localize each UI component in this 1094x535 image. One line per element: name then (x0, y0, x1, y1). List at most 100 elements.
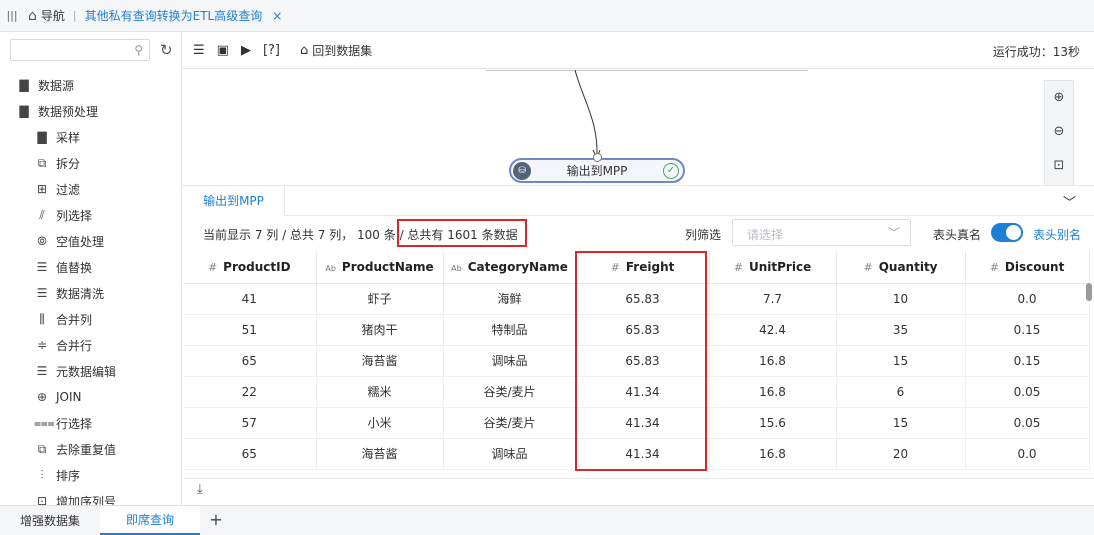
table-cell: 57 (183, 407, 317, 439)
table-cell: 小米 (316, 407, 444, 439)
run-icon[interactable]: ▶ (241, 43, 251, 58)
horizontal-scrollbar[interactable] (183, 479, 1094, 487)
tree-item[interactable]: ☰ 值替换 (0, 254, 181, 280)
tree-item[interactable]: ☰ 元数据编辑 (0, 358, 181, 384)
search-icon[interactable]: ⚲ (134, 43, 143, 57)
tree-item[interactable]: ▇ 数据预处理 (0, 98, 181, 124)
breadcrumb-separator: | (72, 9, 77, 22)
table-cell: 0.15 (965, 345, 1090, 377)
table-row[interactable]: 51 猪肉干 特制品 65.83 42.4 35 0.15 (183, 314, 1090, 346)
result-table-wrap: # ProductID Ab ProductName Ab CategoryName # Fr… (183, 251, 1094, 479)
scrollbar-thumb[interactable] (1086, 283, 1092, 301)
table-cell: 15 (836, 345, 966, 377)
column-filter-select[interactable]: 请选择 ﹀ (732, 219, 911, 246)
numeric-type-icon: # (863, 260, 873, 274)
column-header[interactable]: # ProductID (183, 251, 317, 284)
tree-item[interactable]: ▇ 采样 (0, 124, 181, 150)
column-header-label: Quantity (878, 259, 938, 274)
flow-canvas[interactable]: ⛁ 输出到MPP ✓ ⊕ ⊖ ⊡ (183, 70, 1094, 185)
search-box: ⚲ (10, 39, 150, 61)
tree-item[interactable]: ≑ 合并行 (0, 332, 181, 358)
folder-icon: ▇ (19, 78, 29, 92)
tree-item[interactable]: ⧉ 拆分 (0, 150, 181, 176)
top-bar: ||| ⌂ 导航 | 其他私有查询转换为ETL高级查询 × (0, 0, 1094, 32)
table-cell: 海苔酱 (316, 345, 444, 377)
add-tab-icon[interactable]: + (200, 506, 232, 535)
table-cell: 15.6 (709, 407, 837, 439)
bottom-tab-bar: 增强数据集 即席查询 + (0, 505, 1094, 535)
table-cell: 猪肉干 (316, 314, 444, 346)
bottom-tab[interactable]: 增强数据集 (0, 506, 100, 535)
success-check-icon: ✓ (663, 162, 679, 179)
column-header[interactable]: Ab ProductName (316, 251, 444, 284)
table-row[interactable]: 65 海苔酱 调味品 65.83 16.8 15 0.15 (183, 345, 1090, 377)
column-header-label: UnitPrice (749, 259, 812, 274)
toolbar: ☰ ▣ ▶ [?] ⌂ 回到数据集 运行成功：13秒 (183, 32, 1094, 69)
menu-icon[interactable]: ||| (2, 9, 22, 22)
search-input[interactable] (11, 40, 129, 60)
tree-item-label: 数据源 (38, 78, 75, 93)
table-row[interactable]: 22 糯米 谷类/麦片 41.34 16.8 6 0.05 (183, 376, 1090, 408)
tree-item-label: 去除重复值 (56, 442, 117, 457)
column-header[interactable]: # Freight (576, 251, 710, 284)
table-cell: 0.05 (965, 407, 1090, 439)
table-cell: 虾子 (316, 283, 444, 315)
header-name-toggle[interactable] (991, 223, 1023, 242)
document-tab[interactable]: 其他私有查询转换为ETL高级查询 (85, 7, 263, 24)
text-type-icon: Ab (325, 263, 336, 273)
tree-item[interactable]: ⩶ 行选择 (0, 410, 181, 436)
node-input-port[interactable] (593, 153, 602, 162)
table-row[interactable]: 57 小米 谷类/麦片 41.34 15.6 15 0.05 (183, 407, 1090, 439)
sort-icon: ⫶ (40, 467, 44, 482)
column-header[interactable]: # Quantity (836, 251, 966, 284)
zoom-out-icon[interactable]: ⊖ (1045, 115, 1073, 149)
table-row[interactable]: 41 虾子 海鲜 65.83 7.7 10 0.0 (183, 283, 1090, 315)
tree-item[interactable]: ⊕ JOIN (0, 384, 181, 410)
tree-item-label: 行选择 (56, 416, 93, 431)
column-header-label: Discount (1004, 259, 1065, 274)
tree-item[interactable]: ⫽ 列选择 (0, 202, 181, 228)
tree-item[interactable]: ⦾ 空值处理 (0, 228, 181, 254)
zoom-in-icon[interactable]: ⊕ (1045, 81, 1073, 115)
bottom-tab[interactable]: 即席查询 (100, 506, 200, 535)
collapse-chevron-icon[interactable]: ﹀ (1063, 192, 1076, 211)
vertical-scrollbar[interactable] (1086, 283, 1092, 478)
nav-label[interactable]: 导航 (41, 7, 65, 24)
download-icon[interactable]: ⤓ (197, 482, 203, 497)
tree-item[interactable]: ⊞ 过滤 (0, 176, 181, 202)
table-cell: 0.05 (965, 376, 1090, 408)
output-mpp-node[interactable]: ⛁ 输出到MPP ✓ (509, 153, 685, 183)
tree-item[interactable]: ☰ 数据清洗 (0, 280, 181, 306)
tree-item[interactable]: ⫶ 排序 (0, 462, 181, 488)
save-icon[interactable]: ▣ (217, 43, 229, 58)
home-icon[interactable]: ⌂ (28, 8, 37, 24)
tree-item-label: 元数据编辑 (56, 364, 117, 379)
help-button[interactable]: [?] (263, 43, 280, 58)
result-panel: 输出到MPP ﹀ 当前显示 7 列 / 总共 7 列， 100 条 / 总共有 … (183, 185, 1094, 505)
table-cell: 16.8 (709, 376, 837, 408)
column-header-label: ProductID (223, 259, 291, 274)
list-icon[interactable]: ☰ (193, 43, 205, 58)
fit-view-icon[interactable]: ⊡ (1045, 149, 1073, 183)
refresh-icon[interactable]: ↻ (160, 41, 173, 59)
tree-item[interactable]: ▇ 数据源 (0, 72, 181, 98)
table-cell: 41.34 (576, 376, 710, 408)
chevron-down-icon: ﹀ (887, 226, 900, 240)
database-icon: ⛁ (513, 161, 531, 180)
tree-item[interactable]: ⫼ 合并列 (0, 306, 181, 332)
table-row[interactable]: 65 海苔酱 调味品 41.34 16.8 20 0.0 (183, 438, 1090, 470)
result-info-row: 当前显示 7 列 / 总共 7 列， 100 条 / 总共有 1601 条数据 … (183, 216, 1094, 250)
table-cell: 35 (836, 314, 966, 346)
tab-output-mpp[interactable]: 输出到MPP (183, 186, 285, 216)
row-select-icon: ⩶ (34, 415, 55, 430)
column-header[interactable]: # Discount (965, 251, 1090, 284)
close-icon[interactable]: × (272, 9, 282, 23)
column-header[interactable]: # UnitPrice (709, 251, 837, 284)
column-header[interactable]: Ab CategoryName (443, 251, 577, 284)
back-to-dataset-button[interactable]: ⌂ 回到数据集 (300, 42, 372, 59)
text-type-icon: Ab (451, 263, 462, 273)
numeric-type-icon: # (207, 260, 218, 274)
table-header-row: # ProductID Ab ProductName Ab CategoryName # Fr… (183, 251, 1090, 284)
tree-item[interactable]: ⧉ 去除重复值 (0, 436, 181, 462)
folder-open-icon: ▇ (19, 104, 29, 118)
